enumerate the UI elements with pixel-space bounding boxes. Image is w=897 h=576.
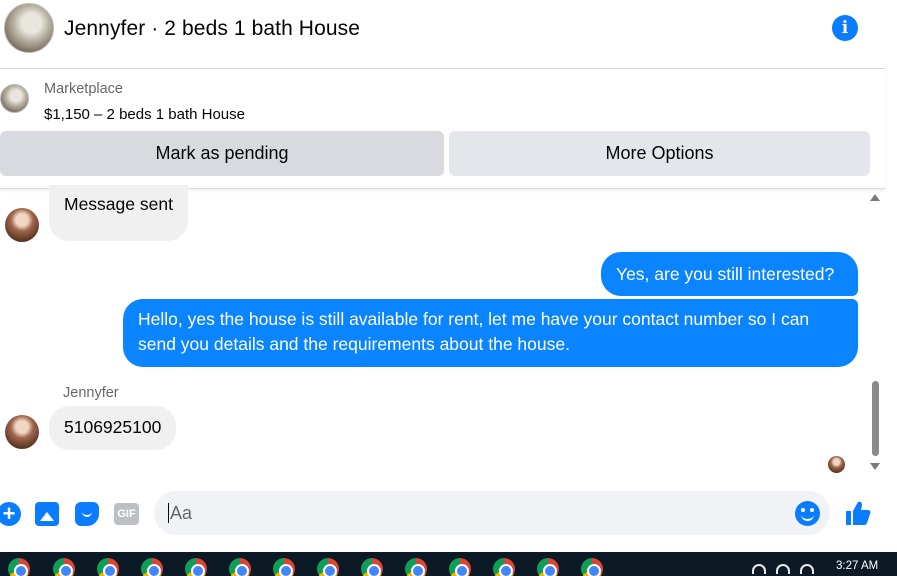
thread-scrollbar[interactable]	[870, 190, 882, 475]
battery-icon[interactable]	[800, 564, 814, 574]
text-caret	[168, 503, 169, 523]
conversation-header: Jennyfer · 2 beds 1 bath House i	[0, 0, 885, 69]
plus-icon[interactable]: +	[0, 502, 21, 526]
message-text: Hello, yes the house is still available …	[138, 309, 810, 354]
message-bubble-outgoing[interactable]: Yes, are you still interested?	[601, 252, 858, 296]
chrome-taskbar-icon[interactable]	[141, 558, 163, 576]
listing-source: Marketplace	[44, 81, 123, 97]
chrome-taskbar-icon[interactable]	[405, 558, 427, 576]
chrome-taskbar-icon[interactable]	[317, 558, 339, 576]
message-input-placeholder: Aa	[170, 503, 193, 523]
mark-as-pending-button[interactable]: Mark as pending	[0, 131, 444, 176]
scroll-down-arrow-icon[interactable]	[870, 463, 880, 470]
chrome-taskbar-icon[interactable]	[493, 558, 515, 576]
thumbs-up-icon[interactable]	[844, 499, 872, 527]
listing-avatar[interactable]	[4, 3, 54, 53]
chrome-taskbar-icon[interactable]	[581, 558, 603, 576]
gif-icon[interactable]: GIF	[114, 503, 139, 525]
message-text: Message sent	[64, 194, 173, 214]
chrome-taskbar-icon[interactable]	[449, 558, 471, 576]
message-bubble-outgoing[interactable]: Hello, yes the house is still available …	[123, 299, 858, 367]
message-composer: + GIF Aa	[0, 485, 897, 545]
more-options-button[interactable]: More Options	[449, 131, 870, 176]
chrome-taskbar-icon[interactable]	[8, 558, 30, 576]
message-bubble-incoming[interactable]: Message sent	[49, 185, 188, 241]
chrome-taskbar-icon[interactable]	[185, 558, 207, 576]
listing-thumbnail[interactable]	[0, 84, 29, 113]
message-text: 5106925100	[64, 417, 162, 437]
taskbar-clock[interactable]: 3:27 AM	[836, 560, 878, 572]
messenger-window: Jennyfer · 2 beds 1 bath House i Marketp…	[0, 0, 897, 576]
chrome-taskbar-icon[interactable]	[361, 558, 383, 576]
chrome-taskbar-icon[interactable]	[53, 558, 75, 576]
wifi-icon[interactable]	[752, 564, 766, 574]
message-bubble-incoming[interactable]: 5106925100	[49, 406, 177, 450]
chrome-taskbar-icon[interactable]	[537, 558, 559, 576]
sender-avatar[interactable]	[5, 415, 39, 449]
listing-price[interactable]: $1,150 – 2 beds 1 bath House	[44, 106, 245, 123]
marketplace-listing-card: Marketplace $1,150 – 2 beds 1 bath House…	[0, 69, 885, 189]
conversation-title[interactable]: Jennyfer · 2 beds 1 bath House	[64, 17, 360, 41]
photo-icon[interactable]	[35, 502, 59, 526]
os-taskbar: 3:27 AM	[0, 552, 897, 576]
sticker-icon[interactable]	[75, 502, 99, 526]
chrome-taskbar-icon[interactable]	[229, 558, 251, 576]
chrome-taskbar-icon[interactable]	[97, 558, 119, 576]
chrome-taskbar-icon[interactable]	[273, 558, 295, 576]
scrollbar-thumb[interactable]	[872, 381, 879, 456]
message-input[interactable]: Aa	[154, 491, 830, 535]
message-thread: Message sent Yes, are you still interest…	[0, 185, 870, 480]
volume-icon[interactable]	[776, 564, 790, 574]
sender-avatar[interactable]	[5, 208, 39, 242]
info-icon[interactable]: i	[832, 15, 858, 41]
seen-receipt-avatar	[828, 456, 845, 473]
scroll-up-arrow-icon[interactable]	[870, 194, 880, 201]
emoji-icon[interactable]	[795, 501, 820, 526]
message-text: Yes, are you still interested?	[616, 264, 835, 284]
sender-name: Jennyfer	[63, 385, 119, 401]
